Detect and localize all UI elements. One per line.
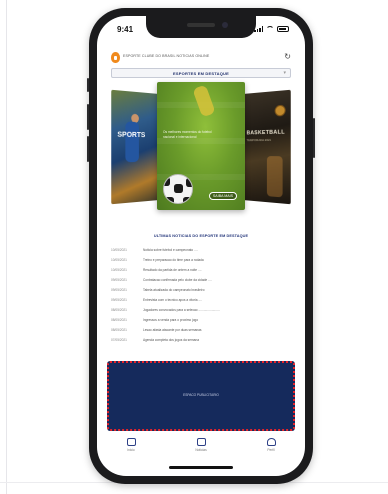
- light-glow: [266, 156, 283, 198]
- center-card-caption: Os melhores momentos do futebol nacional…: [163, 130, 212, 139]
- list-item[interactable]: 10/05/2021 Resultado da partida de ontem …: [111, 266, 291, 276]
- home-indicator[interactable]: [169, 466, 233, 469]
- nav-item-label: Perfil: [267, 448, 275, 452]
- image-carousel[interactable]: SPORTS Os melhores momentos do futebol n…: [97, 82, 305, 210]
- phone-screen: 9:41 ESPORTE CLUBE DO BRASIL NOTICIAS ON…: [97, 16, 305, 476]
- phone-frame: 9:41 ESPORTE CLUBE DO BRASIL NOTICIAS ON…: [87, 8, 315, 484]
- section-header-label: ESPORTES EM DESTAQUE: [173, 71, 229, 76]
- list-item[interactable]: 09/05/2021 Tabela atualizada do campeonat…: [111, 286, 291, 296]
- news-icon: [196, 438, 206, 446]
- battery-icon: [277, 26, 289, 32]
- nav-item-label: Inicio: [127, 448, 135, 452]
- nav-item-profile[interactable]: Perfil: [251, 438, 291, 452]
- carousel-card-left[interactable]: SPORTS: [111, 89, 161, 205]
- list-item-text[interactable]: Treino e preparacao do time para a rodad…: [143, 258, 204, 262]
- list-item-text[interactable]: Jogadores convocados para a selecao ....…: [143, 308, 220, 312]
- carousel-card-center[interactable]: Os melhores momentos do futebol nacional…: [157, 82, 245, 210]
- ad-banner-text: ESPACO PUBLICITARIO: [183, 393, 219, 397]
- list-item-text[interactable]: Contratacao confirmada pelo clube da cid…: [143, 278, 212, 282]
- app-logo-icon[interactable]: [111, 52, 120, 63]
- boot-image: [192, 84, 216, 118]
- soccer-ball-icon: [163, 174, 193, 204]
- list-item-date: 08/05/2021: [111, 318, 127, 322]
- list-item-date: 08/05/2021: [111, 328, 127, 332]
- news-list-title: ULTIMAS NOTICIAS DO ESPORTE EM DESTAQUE: [153, 234, 249, 238]
- list-item[interactable]: 09/05/2021 Entrevista com o tecnico apos …: [111, 296, 291, 306]
- phone-mute-button: [87, 78, 89, 92]
- list-item[interactable]: 10/05/2021 Treino e preparacao do time pa…: [111, 256, 291, 266]
- page-edge: [6, 0, 7, 494]
- list-item-text[interactable]: Ingressos a venda para o proximo jogo: [143, 318, 198, 322]
- list-item-date: 10/05/2021: [111, 268, 127, 272]
- wifi-icon: [266, 26, 274, 32]
- list-item-text[interactable]: Tabela atualizada do campeonato brasilei…: [143, 288, 205, 292]
- list-item-date: 09/05/2021: [111, 288, 127, 292]
- refresh-icon[interactable]: ↻: [284, 53, 291, 61]
- list-item[interactable]: 07/05/2021 Agenda completa dos jogos da s…: [111, 336, 291, 346]
- phone-volume-up-button: [87, 104, 89, 130]
- home-icon: [126, 438, 136, 446]
- list-item-date: 09/05/2021: [111, 278, 127, 282]
- list-item[interactable]: 08/05/2021 Jogadores convocados para a se…: [111, 306, 291, 316]
- nav-item-news[interactable]: Noticias: [181, 438, 221, 452]
- news-list: 10/05/2021 Noticia sobre futebol e campeo…: [111, 246, 291, 346]
- right-card-title: BASKETBALL: [246, 129, 285, 137]
- list-item-text[interactable]: Agenda completa dos jogos da semana: [143, 338, 199, 342]
- front-camera: [222, 22, 228, 28]
- carousel-card-right[interactable]: BASKETBALL TEMPORADA 2021: [241, 89, 291, 205]
- ad-banner[interactable]: ESPACO PUBLICITARIO: [107, 361, 295, 431]
- center-card-button[interactable]: SAIBA MAIS: [209, 192, 237, 200]
- phone-power-button: [313, 118, 315, 158]
- phone-volume-down-button: [87, 136, 89, 162]
- chevron-down-icon[interactable]: ▾: [283, 70, 286, 76]
- list-item-date: 09/05/2021: [111, 298, 127, 302]
- status-icons: [254, 26, 289, 32]
- bottom-navigation: Inicio Noticias Perfil: [97, 436, 305, 460]
- list-item-date: 10/05/2021: [111, 248, 127, 252]
- nav-item-home[interactable]: Inicio: [111, 438, 151, 452]
- list-item[interactable]: 09/05/2021 Contratacao confirmada pelo cl…: [111, 276, 291, 286]
- list-item-text[interactable]: Noticia sobre futebol e campeonato ....: [143, 248, 198, 252]
- list-item-date: 10/05/2021: [111, 258, 127, 262]
- app-title: ESPORTE CLUBE DO BRASIL NOTICIAS ONLINE: [123, 54, 210, 58]
- list-item-text[interactable]: Entrevista com o tecnico apos a vitoria …: [143, 298, 202, 302]
- list-item-text[interactable]: Lesao afasta atacante por duas semanas: [143, 328, 201, 332]
- section-header[interactable]: ESPORTES EM DESTAQUE ▾: [111, 68, 291, 78]
- speaker-grille: [187, 23, 215, 27]
- list-item[interactable]: 08/05/2021 Ingressos a venda para o proxi…: [111, 316, 291, 326]
- list-item[interactable]: 08/05/2021 Lesao afasta atacante por duas…: [111, 326, 291, 336]
- list-item-date: 08/05/2021: [111, 308, 127, 312]
- profile-icon: [266, 438, 276, 446]
- list-item-date: 07/05/2021: [111, 338, 127, 342]
- notch: [146, 16, 256, 38]
- right-card-subtitle: TEMPORADA 2021: [246, 137, 272, 143]
- nav-item-label: Noticias: [195, 448, 207, 452]
- list-item-text[interactable]: Resultado da partida de ontem a noite ..…: [143, 268, 201, 272]
- left-card-text: SPORTS: [117, 131, 146, 140]
- status-time: 9:41: [117, 25, 134, 34]
- badge-icon: [274, 104, 286, 117]
- player-body: [125, 121, 139, 163]
- app-header: ESPORTE CLUBE DO BRASIL NOTICIAS ONLINE …: [97, 50, 305, 66]
- list-item[interactable]: 10/05/2021 Noticia sobre futebol e campeo…: [111, 246, 291, 256]
